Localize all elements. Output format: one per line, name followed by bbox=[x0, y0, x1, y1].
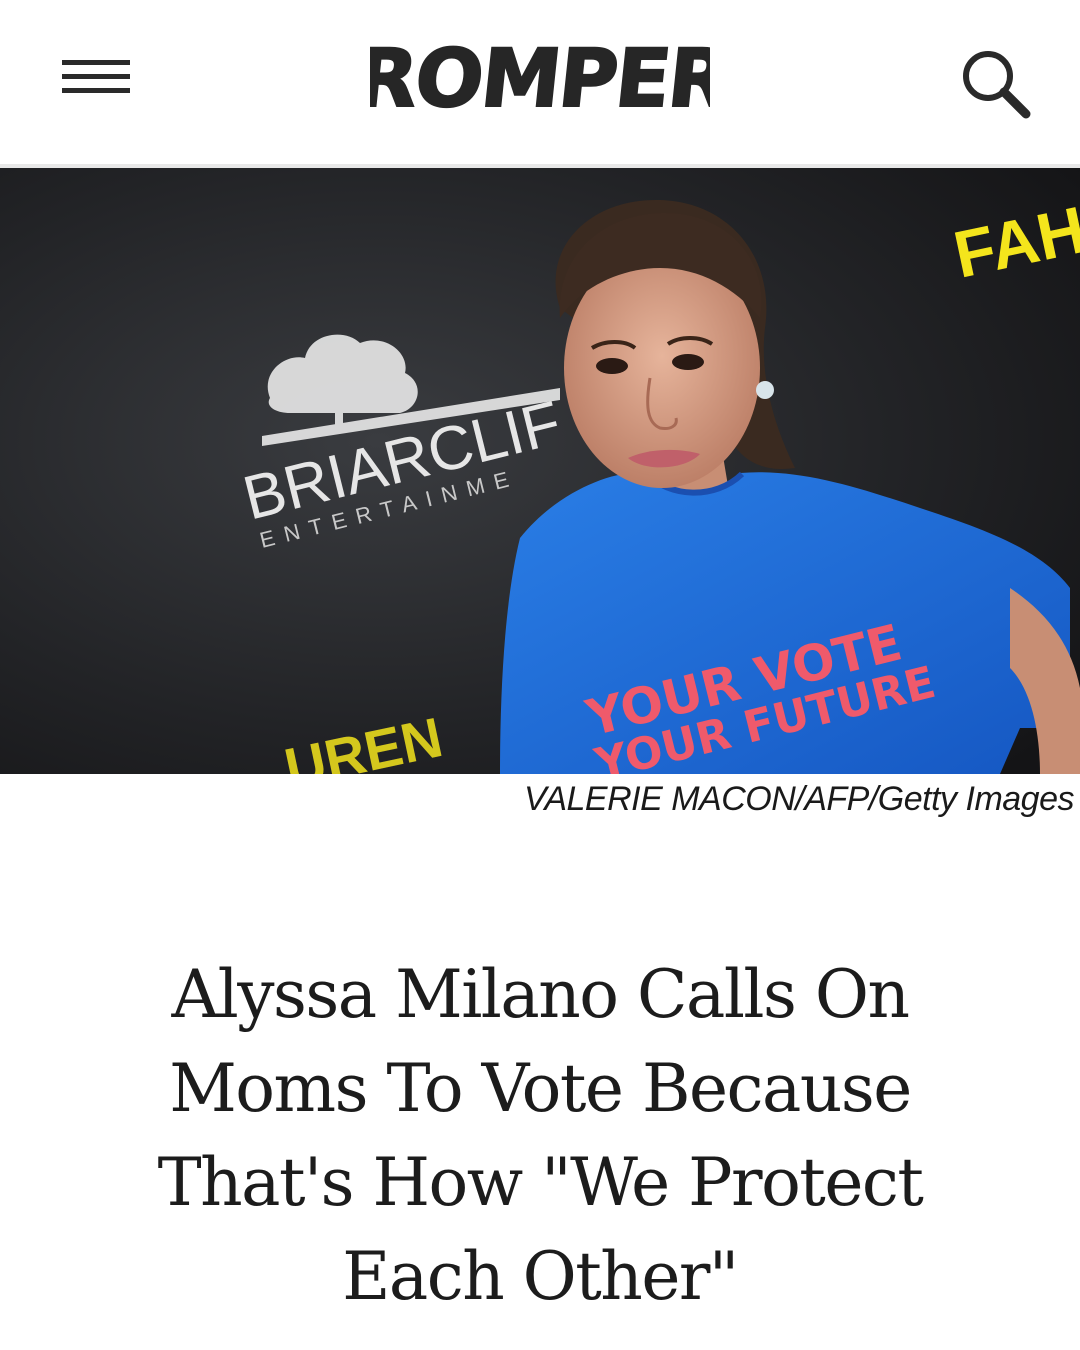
hero-image: BRIARCLIF ENTERTAINME FAH UREN YOUR VOTE… bbox=[0, 168, 1080, 774]
site-header: ROMPER bbox=[0, 0, 1080, 168]
menu-button[interactable] bbox=[58, 52, 134, 96]
search-icon bbox=[963, 51, 1031, 119]
search-button[interactable] bbox=[956, 44, 1032, 120]
hero-photo: BRIARCLIF ENTERTAINME FAH UREN YOUR VOTE… bbox=[0, 168, 1080, 774]
logo-text: ROMPER bbox=[370, 32, 710, 125]
article-headline[interactable]: Alyssa Milano Calls On Moms To Vote Beca… bbox=[90, 948, 990, 1324]
photo-credit: VALERIE MACON/AFP/Getty Images bbox=[524, 780, 1074, 818]
romper-logo-wordmark: ROMPER bbox=[350, 31, 735, 126]
romper-logo[interactable]: ROMPER bbox=[350, 22, 735, 132]
